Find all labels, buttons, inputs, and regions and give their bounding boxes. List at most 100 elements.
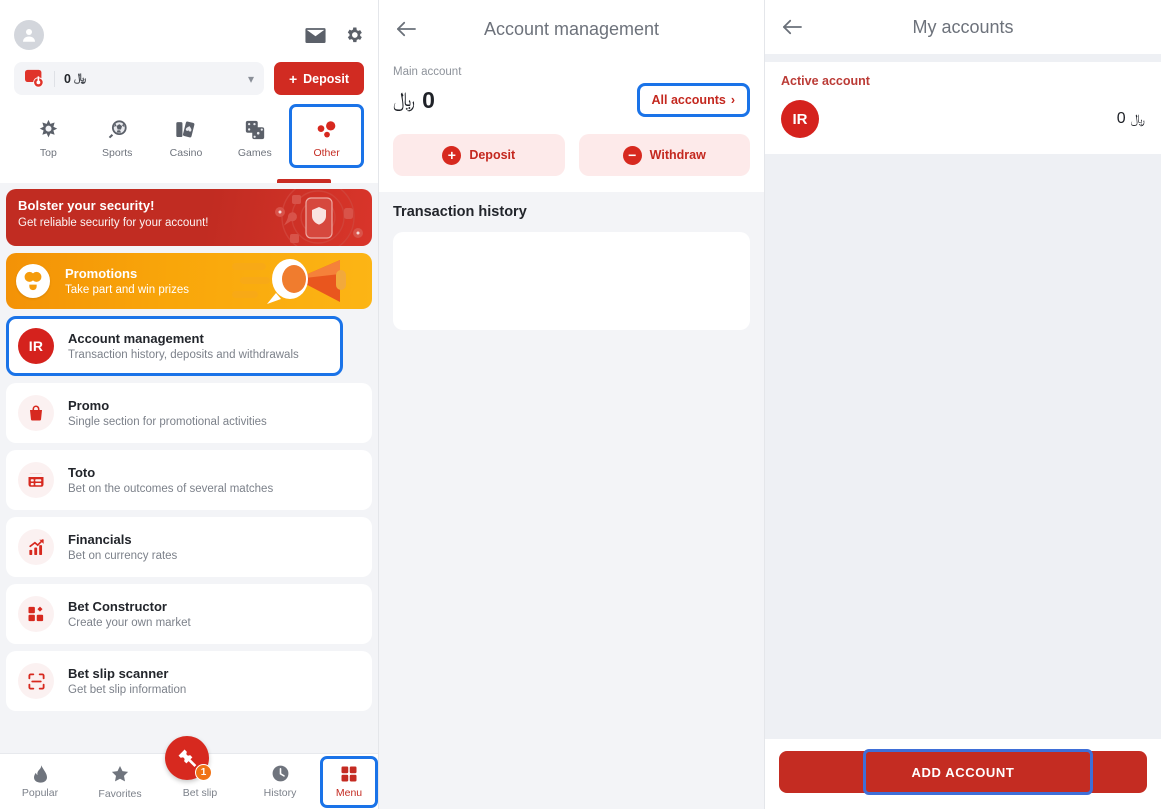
account-balance-value: 0 (1116, 110, 1126, 127)
tab-top-label: Top (39, 146, 57, 159)
plus-icon: + (288, 70, 298, 87)
gear-icon[interactable] (344, 25, 364, 45)
main-account-section: Main account ﷼ 0 All accounts › + Deposi… (379, 58, 764, 192)
deposit-button[interactable]: + Deposit (273, 62, 364, 95)
flame-icon (33, 765, 47, 783)
main-balance-value: 0 (422, 86, 435, 113)
tab-casino-label: Casino (169, 146, 203, 159)
menu-item-bet-slip-scanner[interactable]: Bet slip scanner Get bet slip informatio… (6, 651, 372, 711)
balance-bar: 0 ﷼ ▾ + Deposit (14, 62, 364, 95)
nav-item-favorites[interactable]: Favorites (80, 754, 160, 809)
menu-item-subtitle: Create your own market (68, 617, 191, 629)
tab-other-label: Other (313, 146, 340, 159)
menu-item-subtitle: Bet on currency rates (68, 550, 178, 562)
withdraw-button[interactable]: − Withdraw (578, 134, 750, 176)
balance-amount: 0 ﷼ (64, 72, 86, 86)
account-management-header: Account management (379, 0, 764, 58)
menu-item-subtitle: Get bet slip information (68, 684, 187, 696)
all-accounts-button[interactable]: All accounts › (636, 83, 750, 117)
account-badge: IR (781, 100, 819, 138)
balance-value: 0 (64, 71, 71, 86)
currency-symbol: ﷼ (1130, 111, 1145, 126)
menu-item-title: Toto (68, 465, 96, 480)
page-title: My accounts (912, 16, 1014, 37)
transaction-history-card[interactable] (393, 232, 750, 330)
nav-item-popular-label: Popular (21, 787, 59, 799)
active-account-label: Active account (781, 74, 870, 88)
menu-list[interactable]: Bolster your security! Get reliable secu… (0, 183, 378, 753)
menu-item-promo[interactable]: Promo Single section for promotional act… (6, 383, 372, 443)
add-account-button[interactable]: ADD ACCOUNT (779, 749, 1147, 795)
tab-other[interactable]: Other (289, 104, 364, 168)
menu-item-title: Promo (68, 398, 110, 413)
dice-icon (244, 119, 266, 141)
deposit-button[interactable]: + Deposit (393, 134, 565, 176)
transaction-history-title: Transaction history (393, 204, 527, 220)
tab-casino[interactable]: Casino (152, 107, 221, 165)
promotions-subtitle: Take part and win prizes (65, 284, 190, 296)
chevron-down-icon[interactable]: ▾ (248, 73, 254, 85)
tab-top[interactable]: Top (14, 107, 83, 165)
back-arrow-icon[interactable] (781, 18, 803, 36)
back-arrow-icon[interactable] (395, 20, 417, 38)
deposit-button-label: Deposit (469, 148, 516, 162)
menu-item-financials[interactable]: Financials Bet on currency rates (6, 517, 372, 577)
active-account-card[interactable]: Active account IR 0 ﷼ (765, 62, 1161, 154)
my-accounts-screen: My accounts Active account IR 0 ﷼ ADD AC… (765, 0, 1161, 809)
nav-item-bet-slip-label: Bet slip (182, 787, 218, 799)
avatar[interactable] (14, 20, 44, 50)
bet-slip-fab[interactable]: 1 (165, 736, 212, 781)
nav-item-menu-label: Menu (335, 786, 363, 799)
tab-sports-label: Sports (102, 146, 133, 159)
menu-item-account-management[interactable]: IR Account management Transaction histor… (6, 316, 343, 376)
plus-circle-icon: + (442, 145, 462, 165)
promotions-text: Promotions Take part and win prizes (65, 266, 189, 296)
list-card-icon (18, 462, 54, 498)
tab-sports[interactable]: Sports (83, 107, 152, 165)
menu-item-subtitle: Single section for promotional activitie… (68, 416, 267, 428)
balance-selector[interactable]: 0 ﷼ ▾ (14, 62, 264, 95)
account-badge-text: IR (792, 110, 808, 128)
playing-cards-icon (175, 119, 196, 141)
three-panel-screenshot: 0 ﷼ ▾ + Deposit Top Sports Casino Games … (0, 0, 1161, 809)
chevron-right-icon: › (730, 93, 735, 107)
dots-cluster-icon (315, 119, 339, 141)
transaction-history-section: Transaction history (379, 192, 764, 809)
divider (54, 70, 55, 87)
menu-item-text: Toto Bet on the outcomes of several matc… (68, 465, 273, 495)
minus-circle-icon: − (622, 145, 642, 165)
bet-slip-badge: 1 (195, 764, 212, 781)
menu-item-subtitle: Transaction history, deposits and withdr… (68, 349, 299, 361)
menu-item-text: Bet slip scanner Get bet slip informatio… (68, 666, 186, 696)
wallet-icon (25, 69, 44, 88)
menu-item-title: Account management (68, 331, 204, 346)
promotions-banner[interactable]: Promotions Take part and win prizes (6, 253, 372, 309)
deposit-button-label: Deposit (303, 71, 349, 86)
menu-item-toto[interactable]: Toto Bet on the outcomes of several matc… (6, 450, 372, 510)
active-tab-indicator (277, 179, 331, 183)
menu-item-text: Bet Constructor Create your own market (68, 599, 191, 629)
focus-highlight (863, 749, 1093, 795)
my-accounts-footer: ADD ACCOUNT (765, 739, 1161, 809)
security-banner[interactable]: Bolster your security! Get reliable secu… (6, 189, 372, 246)
header-divider (765, 54, 1161, 62)
empty-area (765, 154, 1161, 739)
promotions-title: Promotions (65, 266, 138, 281)
menu-item-title: Bet slip scanner (68, 666, 169, 681)
menu-item-title: Bet Constructor (68, 599, 167, 614)
page-title: Account management (483, 18, 660, 39)
scan-frame-icon (18, 663, 54, 699)
nav-item-history[interactable]: History (240, 754, 320, 809)
nav-item-menu[interactable]: Menu (320, 755, 378, 808)
clock-icon (272, 765, 288, 782)
star-burst-icon (38, 119, 59, 141)
left-topbar: 0 ﷼ ▾ + Deposit Top Sports Casino Games … (0, 0, 378, 183)
promotions-icon (16, 264, 50, 298)
account-badge-icon: IR (18, 328, 54, 364)
tab-games[interactable]: Games (220, 107, 289, 165)
nav-item-popular[interactable]: Popular (0, 754, 80, 809)
mail-icon[interactable] (305, 27, 326, 44)
currency-symbol: ﷼ (393, 88, 416, 111)
person-icon (23, 29, 35, 42)
menu-item-bet-constructor[interactable]: Bet Constructor Create your own market (6, 584, 372, 644)
